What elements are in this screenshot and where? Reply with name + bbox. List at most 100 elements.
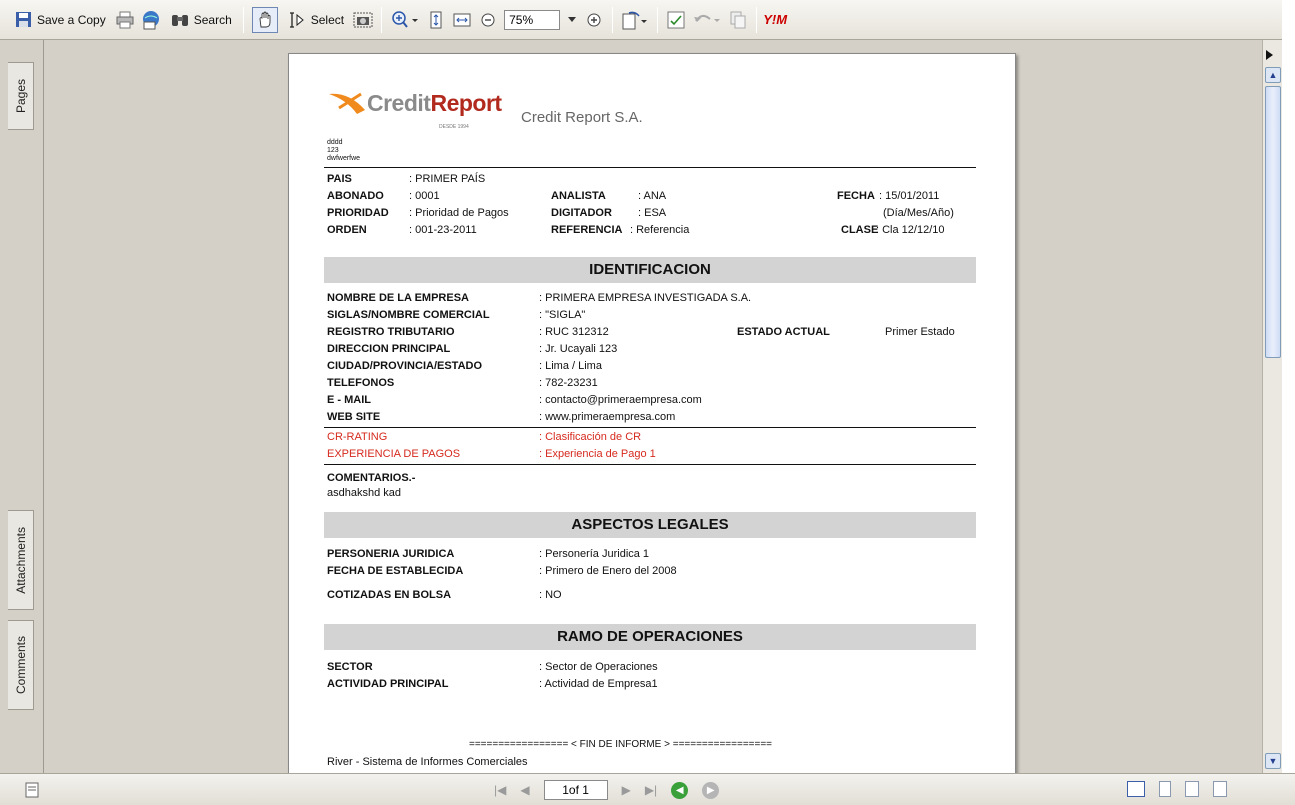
aspectos-label-1: PERSONERIA JURIDICA <box>327 548 455 560</box>
status-bar: |◀ ◀ 1of 1 ▶ ▶| ◀ ▶ <box>0 773 1295 805</box>
analista-label: ANALISTA <box>551 190 606 202</box>
undo-icon[interactable] <box>692 10 722 30</box>
toolbar-separator <box>242 6 244 33</box>
go-back-icon[interactable]: ◀ <box>671 781 689 799</box>
clase-value: : Cla 12/12/10 <box>876 224 945 236</box>
document-page: CreditReport DESDE 1994 Credit Report S.… <box>288 53 1016 773</box>
aspectos-value-1: : Personería Juridica 1 <box>539 548 650 560</box>
document-viewport[interactable]: CreditReport DESDE 1994 Credit Report S.… <box>45 40 1262 773</box>
id-value-2: : "SIGLA" <box>539 309 586 321</box>
text-select-icon <box>287 10 307 30</box>
credit-report-logo: CreditReport <box>367 90 502 116</box>
hand-tool-icon[interactable] <box>251 6 278 33</box>
cr-rating-label: CR-RATING <box>327 431 388 443</box>
cr-rating-value: : Clasificación de CR <box>539 431 642 443</box>
id-rule-2 <box>324 464 976 465</box>
referencia-label: REFERENCIA <box>551 224 623 236</box>
digitador-label: DIGITADOR <box>551 207 612 219</box>
printer-icon[interactable] <box>115 10 135 30</box>
spell-check-icon[interactable] <box>666 10 686 30</box>
page-number-field[interactable]: 1of 1 <box>543 780 608 800</box>
select-tool-button[interactable]: Select <box>284 6 347 34</box>
aspectos-label-3: COTIZADAS EN BOLSA <box>327 589 452 601</box>
zoom-level-field[interactable]: 75% <box>504 9 561 30</box>
copy-icon[interactable] <box>728 10 748 30</box>
zoom-in-tool-icon[interactable] <box>390 10 420 30</box>
rotate-page-icon[interactable] <box>621 10 649 30</box>
tab-pages[interactable]: Pages <box>8 62 34 130</box>
email-globe-icon[interactable] <box>141 10 161 30</box>
snapshot-camera-icon[interactable] <box>353 10 373 30</box>
orden-label: ORDEN <box>327 224 367 236</box>
continuous-view-icon[interactable] <box>1159 781 1171 797</box>
zoom-in-icon[interactable] <box>584 10 604 30</box>
fecha-format: (Día/Mes/Año) <box>883 207 954 219</box>
yahoo-messenger-icon[interactable]: Y!M <box>763 10 787 30</box>
experiencia-value: : Experiencia de Pago 1 <box>539 448 656 460</box>
small-line-1: dddd <box>327 139 343 146</box>
fecha-value: : 15/01/2011 <box>879 190 940 202</box>
pais-value: : PRIMER PAÍS <box>409 173 486 185</box>
page-layout-buttons <box>1127 781 1227 797</box>
abonado-label: ABONADO <box>327 190 384 202</box>
small-line-2: 123 <box>327 147 339 154</box>
aspectos-value-3: : NO <box>539 589 562 601</box>
ramo-label-2: ACTIVIDAD PRINCIPAL <box>327 678 449 690</box>
tab-comments[interactable]: Comments <box>8 620 34 710</box>
id-label-5: CIUDAD/PROVINCIA/ESTADO <box>327 360 483 372</box>
comentarios-value: asdhakshd kad <box>327 487 401 499</box>
abonado-value: : 0001 <box>409 190 440 202</box>
first-page-icon[interactable]: |◀ <box>494 783 506 797</box>
floppy-icon <box>13 10 33 30</box>
search-label: Search <box>193 12 232 27</box>
id-rule-1 <box>324 427 976 428</box>
go-forward-icon[interactable]: ▶ <box>702 781 720 799</box>
next-page-icon[interactable]: ▶ <box>622 783 631 797</box>
prioridad-label: PRIORIDAD <box>327 207 389 219</box>
pais-label: PAIS <box>327 173 352 185</box>
id-label-4: DIRECCION PRINCIPAL <box>327 343 451 355</box>
id-label-2: SIGLAS/NOMBRE COMERCIAL <box>327 309 490 321</box>
id-value-1: : PRIMERA EMPRESA INVESTIGADA S.A. <box>539 292 752 304</box>
id-value-4: : Jr. Ucayali 123 <box>539 343 618 355</box>
comentarios-label: COMENTARIOS.- <box>327 472 416 484</box>
navigation-panel: Pages Attachments Comments <box>0 40 44 773</box>
vertical-scrollbar[interactable]: ▲ ▼ <box>1262 40 1282 773</box>
estado-actual-value: Primer Estado <box>885 326 955 338</box>
zoom-dropdown-icon[interactable] <box>566 10 578 30</box>
estado-actual-label: ESTADO ACTUAL <box>737 326 830 338</box>
tab-attachments[interactable]: Attachments <box>8 510 34 610</box>
scroll-down-icon[interactable]: ▼ <box>1265 753 1281 769</box>
toolbar-separator <box>612 6 614 33</box>
small-line-3: dwfwerfwe <box>327 155 361 162</box>
scroll-up-icon[interactable]: ▲ <box>1265 67 1281 83</box>
save-copy-button[interactable]: Save a Copy <box>10 6 109 34</box>
continuous-facing-view-icon[interactable] <box>1213 781 1227 797</box>
orden-value: : 001-23-2011 <box>409 224 477 236</box>
fin-de-informe: ================= < FIN DE INFORME > ===… <box>469 739 773 750</box>
ramo-value-2: : Actividad de Empresa1 <box>539 678 658 690</box>
zoom-out-icon[interactable] <box>478 10 498 30</box>
id-value-7: : contacto@primeraempresa.com <box>539 394 702 406</box>
fit-height-icon[interactable] <box>426 10 446 30</box>
id-value-6: : 782-23231 <box>539 377 598 389</box>
section-aspectos-title: ASPECTOS LEGALES <box>324 512 976 538</box>
single-page-view-icon[interactable] <box>1127 781 1145 797</box>
last-page-icon[interactable]: ▶| <box>645 783 657 797</box>
toolbar-separator <box>756 6 758 33</box>
section-ramo-title: RAMO DE OPERACIONES <box>324 624 976 650</box>
search-button[interactable]: Search <box>167 6 235 34</box>
page-thumbnail-toggle-icon[interactable] <box>22 780 42 800</box>
id-label-6: TELEFONOS <box>327 377 395 389</box>
previous-page-icon[interactable]: ◀ <box>520 783 529 797</box>
id-label-7: E - MAIL <box>327 394 371 406</box>
panel-expand-arrow-icon[interactable] <box>1266 50 1274 60</box>
toolbar: Save a Copy Search Select 75% Y!M <box>0 0 1295 40</box>
id-label-3: REGISTRO TRIBUTARIO <box>327 326 455 338</box>
scrollbar-thumb[interactable] <box>1265 86 1281 358</box>
toolbar-separator <box>381 6 383 33</box>
fit-width-icon[interactable] <box>452 10 472 30</box>
section-identificacion-title: IDENTIFICACION <box>324 257 976 283</box>
id-label-8: WEB SITE <box>327 411 381 423</box>
facing-view-icon[interactable] <box>1185 781 1199 797</box>
